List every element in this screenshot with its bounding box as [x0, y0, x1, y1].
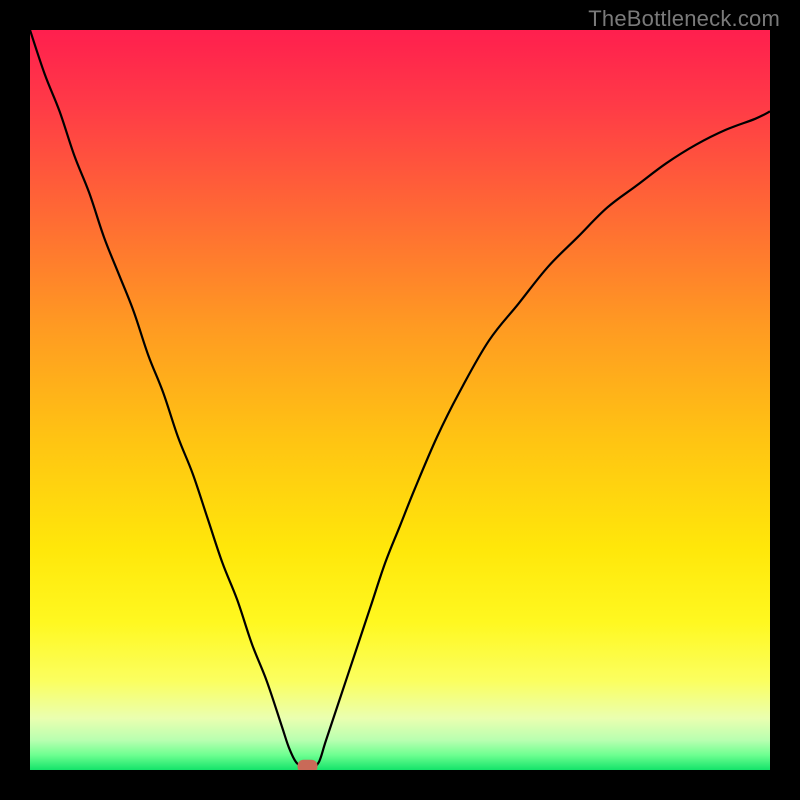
- plot-area: [30, 30, 770, 770]
- bottleneck-chart: [30, 30, 770, 770]
- chart-frame: TheBottleneck.com: [0, 0, 800, 800]
- watermark-text: TheBottleneck.com: [588, 6, 780, 32]
- gradient-background: [30, 30, 770, 770]
- optimal-point-marker: [298, 760, 318, 770]
